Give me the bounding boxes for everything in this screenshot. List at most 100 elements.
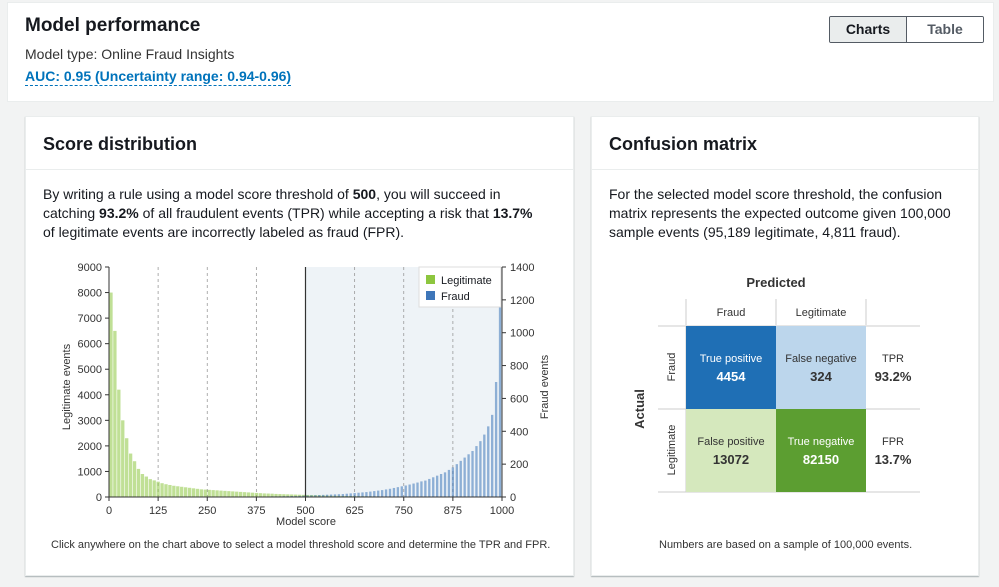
legitimate-bar <box>183 487 188 497</box>
y-right-tick-label: 800 <box>510 361 528 373</box>
confusion-matrix-panel: Confusion matrix For the selected model … <box>591 116 979 576</box>
fraud-bar <box>459 460 462 497</box>
confusion-matrix: Predicted Actual Fraud Legitimate Fraud … <box>632 275 920 493</box>
fraud-bar <box>384 489 388 497</box>
fraud-bar <box>463 457 466 497</box>
tpr-value: 93.2% <box>875 369 912 384</box>
true-negative-cell <box>776 409 866 492</box>
fraud-bar <box>373 491 376 497</box>
true-negative-label: True negative <box>788 436 855 448</box>
fraud-bar <box>349 493 352 497</box>
legitimate-bar <box>235 491 239 497</box>
legitimate-bar <box>144 476 148 497</box>
legitimate-bar <box>207 489 211 497</box>
legitimate-bar <box>187 487 192 497</box>
auc-link[interactable]: AUC: 0.95 (Uncertainty range: 0.94-0.96) <box>25 68 292 86</box>
y-right-tick-label: 1200 <box>510 295 534 307</box>
fraud-bar <box>491 414 494 497</box>
y-axis-left-label: Legitimate events <box>61 343 73 430</box>
fraud-bar <box>451 467 455 497</box>
legitimate-bar <box>250 492 255 497</box>
score-distribution-chart[interactable]: 0 125 250 375 500 625 750 875 100001000200030004… <box>26 257 573 537</box>
fraud-bar <box>483 434 486 497</box>
legitimate-bar <box>262 493 266 497</box>
false-negative-value: 324 <box>810 369 832 384</box>
legitimate-bar <box>180 486 184 497</box>
x-tick-label: 750 <box>395 505 413 517</box>
table-toggle-button[interactable]: Table <box>907 17 983 42</box>
fraud-bar <box>479 441 482 497</box>
legitimate-bar <box>113 330 117 497</box>
fpr-value: 13.7% <box>492 205 533 221</box>
tpr-value: 93.2% <box>99 205 139 221</box>
legitimate-bar <box>258 493 262 497</box>
fraud-bar <box>428 478 431 497</box>
fraud-bar <box>392 487 396 497</box>
desc-part: of legitimate events are incorrectly lab… <box>43 224 405 240</box>
page-title: Model performance <box>25 15 201 36</box>
y-left-tick-label: 9000 <box>78 262 102 274</box>
legitimate-bar <box>195 488 200 497</box>
legitimate-bar <box>136 468 141 497</box>
score-description: By writing a rule using a model score th… <box>43 185 543 242</box>
y-right-tick-label: 1000 <box>510 328 534 340</box>
y-left-tick-label: 1000 <box>78 466 102 478</box>
confusion-description: For the selected model score threshold, … <box>609 186 951 240</box>
legend-swatch-legitimate <box>426 275 435 284</box>
y-right-tick-label: 200 <box>510 459 528 471</box>
score-footnote: Click anywhere on the chart above to sel… <box>51 539 551 551</box>
legitimate-bar <box>148 479 152 497</box>
fraud-bar <box>357 492 360 497</box>
legitimate-bar <box>211 490 215 497</box>
fraud-bar <box>432 477 435 497</box>
score-distribution-header: Score distribution <box>26 117 573 170</box>
legitimate-bar <box>203 489 207 497</box>
y-left-tick-label: 3000 <box>78 415 102 427</box>
fraud-bar <box>353 493 356 497</box>
true-positive-cell <box>686 326 776 409</box>
view-toggle: Charts Table <box>829 16 984 43</box>
false-positive-label: False positive <box>697 436 764 448</box>
x-tick-label: 875 <box>444 505 462 517</box>
fpr-value: 13.7% <box>875 452 912 467</box>
x-tick-label: 375 <box>247 505 265 517</box>
fraud-bar <box>388 488 392 497</box>
score-distribution-title: Score distribution <box>43 134 198 154</box>
x-tick-label: 0 <box>106 505 112 517</box>
model-type-text: Model type: Online Fraud Insights <box>25 46 235 62</box>
fraud-bar <box>361 492 364 497</box>
fraud-bar <box>369 491 372 497</box>
legitimate-bar <box>168 484 172 497</box>
x-tick-label: 1000 <box>490 505 514 517</box>
y-left-tick-label: 5000 <box>78 364 102 376</box>
legitimate-bar <box>140 474 145 497</box>
threshold-value: 500 <box>352 186 377 202</box>
fraud-bar <box>377 490 380 497</box>
y-left-tick-label: 7000 <box>78 313 102 325</box>
y-right-tick-label: 0 <box>510 492 516 504</box>
x-tick-label: 125 <box>149 505 167 517</box>
legitimate-bar <box>254 492 259 497</box>
charts-toggle-button[interactable]: Charts <box>830 17 907 42</box>
fraud-bar <box>420 481 423 497</box>
column-header-fraud: Fraud <box>717 307 746 319</box>
fraud-bar <box>400 486 403 497</box>
legitimate-bar <box>132 461 137 497</box>
desc-part: By writing a rule using a model score th… <box>43 186 353 202</box>
row-header-fraud: Fraud <box>666 353 678 382</box>
fraud-bar <box>404 485 407 497</box>
predicted-label: Predicted <box>746 275 805 290</box>
legitimate-bar <box>172 485 176 497</box>
fraud-bar <box>365 492 368 497</box>
legitimate-bar <box>199 489 204 497</box>
legitimate-bar <box>160 483 164 497</box>
true-negative-value: 82150 <box>803 452 839 467</box>
false-negative-cell <box>776 326 866 409</box>
y-left-tick-label: 0 <box>96 492 102 504</box>
legitimate-bar <box>117 389 121 497</box>
legitimate-bar <box>266 493 270 497</box>
fraud-bar <box>494 382 498 497</box>
fraud-bar <box>380 490 384 497</box>
legend-label-fraud: Fraud <box>441 291 470 303</box>
legitimate-bar <box>109 292 113 497</box>
